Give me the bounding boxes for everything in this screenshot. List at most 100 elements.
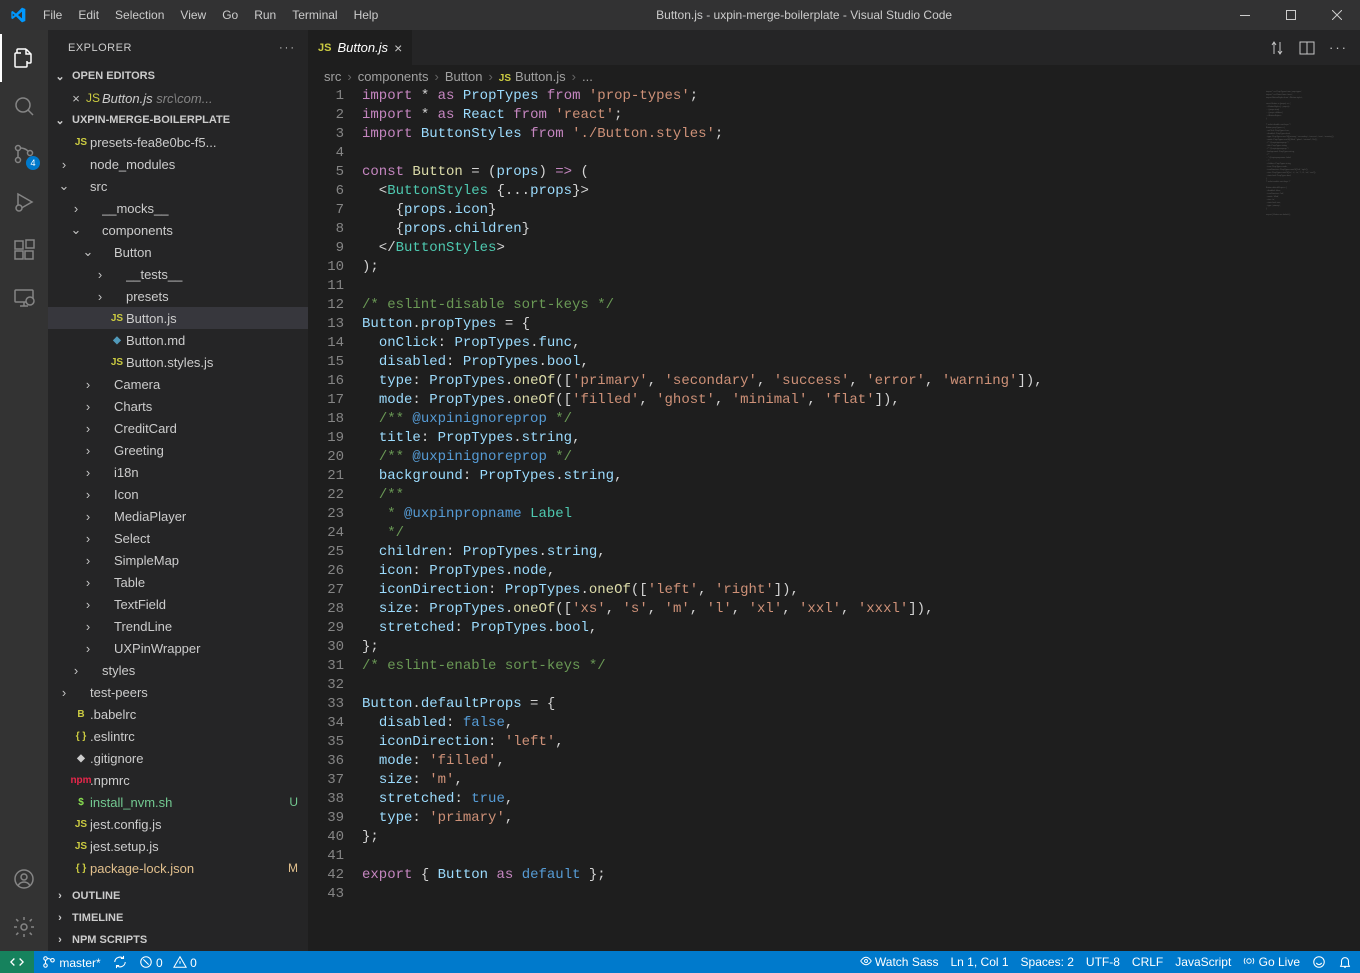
folder-item[interactable]: ⌄Button bbox=[48, 241, 308, 263]
folder-item[interactable]: ›TextField bbox=[48, 593, 308, 615]
more-icon[interactable]: ··· bbox=[279, 42, 296, 54]
sidebar-title: EXPLORER ··· bbox=[48, 30, 308, 65]
close-button[interactable] bbox=[1314, 0, 1360, 30]
outline-header[interactable]: › OUTLINE bbox=[48, 885, 308, 907]
go-live[interactable]: Go Live bbox=[1243, 955, 1300, 969]
folder-item[interactable]: ⌄components bbox=[48, 219, 308, 241]
language-mode[interactable]: JavaScript bbox=[1175, 955, 1231, 969]
problems[interactable]: 0 0 bbox=[139, 955, 197, 970]
git-branch[interactable]: master* bbox=[42, 955, 101, 970]
file-item[interactable]: JSButton.js bbox=[48, 307, 308, 329]
sync-icon[interactable] bbox=[113, 955, 127, 969]
more-icon[interactable]: ··· bbox=[1329, 40, 1348, 55]
notifications-icon[interactable] bbox=[1338, 955, 1352, 969]
file-item[interactable]: B.babelrc bbox=[48, 703, 308, 725]
accounts-icon[interactable] bbox=[0, 855, 48, 903]
folder-item[interactable]: ›CreditCard bbox=[48, 417, 308, 439]
minimap[interactable]: import·*·as·PropTypes·from·'prop-types';… bbox=[1260, 87, 1360, 951]
window-title: Button.js - uxpin-merge-boilerplate - Vi… bbox=[386, 8, 1222, 22]
folder-item[interactable]: ›TrendLine bbox=[48, 615, 308, 637]
folder-item[interactable]: ›UXPinWrapper bbox=[48, 637, 308, 659]
watch-sass[interactable]: Watch Sass bbox=[860, 955, 939, 969]
feedback-icon[interactable] bbox=[1312, 955, 1326, 969]
settings-gear-icon[interactable] bbox=[0, 903, 48, 951]
sh-icon: $ bbox=[72, 797, 90, 808]
folder-item[interactable]: ›Camera bbox=[48, 373, 308, 395]
minimize-button[interactable] bbox=[1222, 0, 1268, 30]
window-controls bbox=[1222, 0, 1360, 30]
file-item[interactable]: JSButton.styles.js bbox=[48, 351, 308, 373]
encoding[interactable]: UTF-8 bbox=[1086, 955, 1120, 969]
folder-item[interactable]: ›__tests__ bbox=[48, 263, 308, 285]
npm-scripts-header[interactable]: › NPM SCRIPTS bbox=[48, 929, 308, 951]
folder-item[interactable]: ›node_modules bbox=[48, 153, 308, 175]
code-editor[interactable]: 1234567891011121314151617181920212223242… bbox=[308, 87, 1360, 951]
folder-item[interactable]: ›MediaPlayer bbox=[48, 505, 308, 527]
js-file-icon: JS bbox=[318, 42, 331, 54]
menu-edit[interactable]: Edit bbox=[70, 0, 107, 30]
breadcrumb-item[interactable]: src bbox=[324, 69, 341, 84]
open-editors-header[interactable]: ⌄ OPEN EDITORS bbox=[48, 65, 308, 87]
cursor-position[interactable]: Ln 1, Col 1 bbox=[951, 955, 1009, 969]
maximize-button[interactable] bbox=[1268, 0, 1314, 30]
open-editor-item[interactable]: × JS Button.js src\com... bbox=[48, 87, 308, 109]
file-item[interactable]: { }.eslintrc bbox=[48, 725, 308, 747]
file-item[interactable]: JSpresets-fea8e0bc-f5... bbox=[48, 131, 308, 153]
project-header[interactable]: ⌄ UXPIN-MERGE-BOILERPLATE bbox=[48, 109, 308, 131]
compare-changes-icon[interactable] bbox=[1269, 40, 1285, 56]
explorer-icon[interactable] bbox=[0, 34, 48, 82]
npm-icon: npm bbox=[72, 775, 90, 786]
timeline-header[interactable]: › TIMELINE bbox=[48, 907, 308, 929]
chevron-down-icon: ⌄ bbox=[52, 114, 68, 127]
file-item[interactable]: { }package-lock.jsonM bbox=[48, 857, 308, 879]
line-numbers: 1234567891011121314151617181920212223242… bbox=[308, 87, 362, 951]
folder-item[interactable]: ›__mocks__ bbox=[48, 197, 308, 219]
folder-item[interactable]: ›test-peers bbox=[48, 681, 308, 703]
breadcrumb-item[interactable]: components bbox=[358, 69, 429, 84]
remote-indicator[interactable] bbox=[0, 951, 34, 973]
close-icon[interactable]: × bbox=[68, 91, 84, 106]
folder-item[interactable]: ›Select bbox=[48, 527, 308, 549]
remote-explorer-icon[interactable] bbox=[0, 274, 48, 322]
file-item[interactable]: ◆Button.md bbox=[48, 329, 308, 351]
editor-tab[interactable]: JS Button.js × bbox=[308, 30, 413, 65]
folder-item[interactable]: ⌄src bbox=[48, 175, 308, 197]
file-item[interactable]: JSjest.config.js bbox=[48, 813, 308, 835]
folder-item[interactable]: ›presets bbox=[48, 285, 308, 307]
babel-icon: B bbox=[72, 709, 90, 720]
file-item[interactable]: ◆.gitignore bbox=[48, 747, 308, 769]
folder-item[interactable]: ›Table bbox=[48, 571, 308, 593]
menu-terminal[interactable]: Terminal bbox=[284, 0, 345, 30]
menu-run[interactable]: Run bbox=[246, 0, 284, 30]
breadcrumb-item[interactable]: JSButton.js bbox=[499, 69, 566, 84]
file-item[interactable]: npm.npmrc bbox=[48, 769, 308, 791]
folder-item[interactable]: ›styles bbox=[48, 659, 308, 681]
breadcrumbs[interactable]: src›components›Button›JSButton.js›... bbox=[308, 65, 1360, 87]
file-item[interactable]: $install_nvm.shU bbox=[48, 791, 308, 813]
js-icon: JS bbox=[72, 841, 90, 852]
extensions-icon[interactable] bbox=[0, 226, 48, 274]
close-icon[interactable]: × bbox=[394, 40, 402, 56]
scm-badge: 4 bbox=[26, 156, 40, 170]
breadcrumb-item[interactable]: ... bbox=[582, 69, 593, 84]
menu-view[interactable]: View bbox=[172, 0, 214, 30]
menu-help[interactable]: Help bbox=[346, 0, 387, 30]
folder-item[interactable]: ›SimpleMap bbox=[48, 549, 308, 571]
split-editor-icon[interactable] bbox=[1299, 40, 1315, 56]
folder-item[interactable]: ›Charts bbox=[48, 395, 308, 417]
run-debug-icon[interactable] bbox=[0, 178, 48, 226]
indentation[interactable]: Spaces: 2 bbox=[1021, 955, 1074, 969]
menu-file[interactable]: File bbox=[35, 0, 70, 30]
activity-bar: 4 bbox=[0, 30, 48, 951]
eol[interactable]: CRLF bbox=[1132, 955, 1163, 969]
file-item[interactable]: JSjest.setup.js bbox=[48, 835, 308, 857]
file-tree[interactable]: JSpresets-fea8e0bc-f5...›node_modules⌄sr… bbox=[48, 131, 308, 885]
search-icon[interactable] bbox=[0, 82, 48, 130]
folder-item[interactable]: ›Icon bbox=[48, 483, 308, 505]
menu-selection[interactable]: Selection bbox=[107, 0, 172, 30]
folder-item[interactable]: ›Greeting bbox=[48, 439, 308, 461]
folder-item[interactable]: ›i18n bbox=[48, 461, 308, 483]
breadcrumb-item[interactable]: Button bbox=[445, 69, 483, 84]
menu-go[interactable]: Go bbox=[214, 0, 246, 30]
source-control-icon[interactable]: 4 bbox=[0, 130, 48, 178]
